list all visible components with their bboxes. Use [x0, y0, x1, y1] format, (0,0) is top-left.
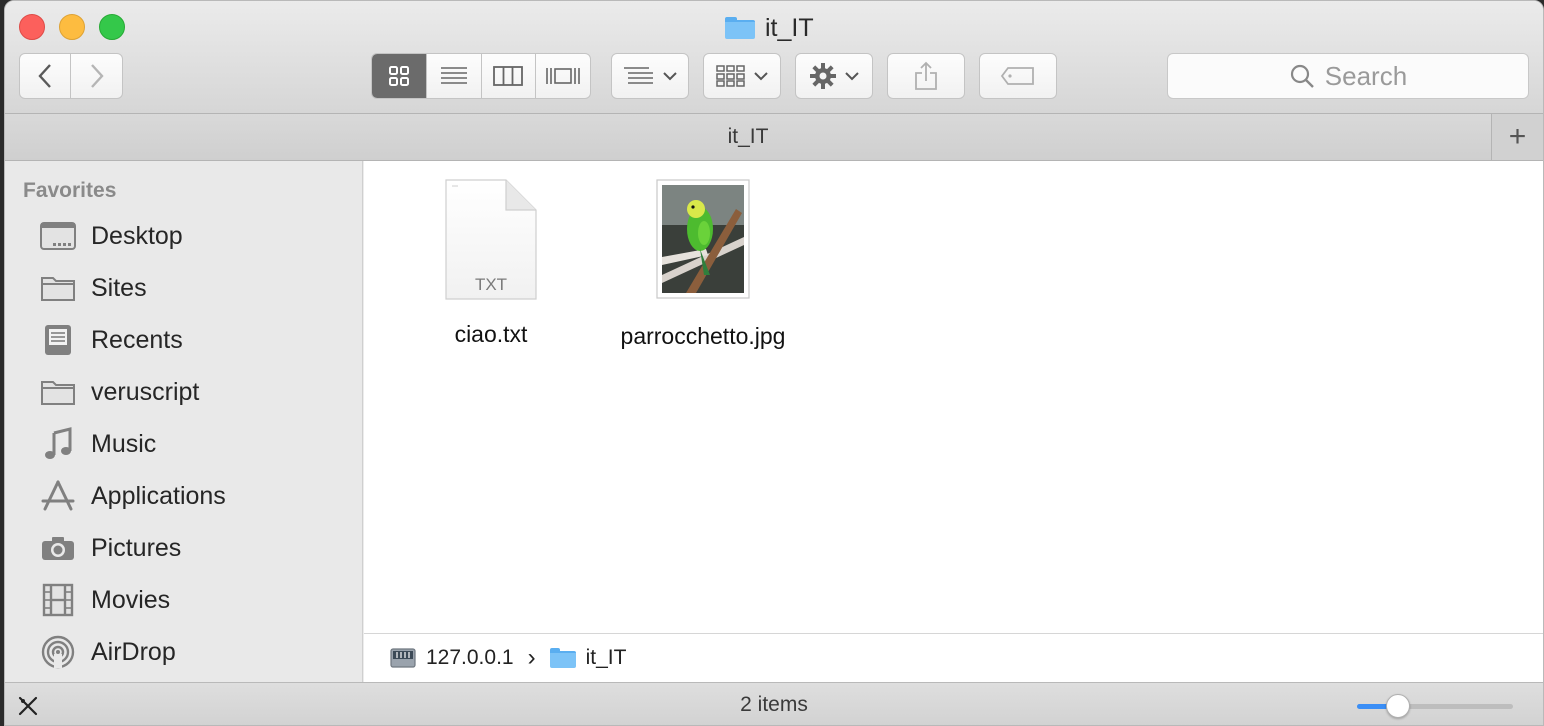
title-toolbar: it_IT Search — [5, 1, 1543, 114]
action-button[interactable] — [795, 53, 873, 99]
camera-icon — [42, 537, 74, 560]
sidebar-item-desktop[interactable]: Desktop — [39, 216, 183, 256]
search-placeholder: Search — [1324, 60, 1408, 91]
list-view-button[interactable] — [427, 54, 482, 98]
minimize-button[interactable] — [59, 14, 85, 40]
view-mode-control — [371, 53, 591, 99]
sidebar-item-label: Music — [91, 429, 157, 458]
window-title-text: it_IT — [765, 13, 814, 42]
share-button[interactable] — [887, 53, 965, 99]
zoom-button[interactable] — [99, 14, 125, 40]
tags-button[interactable] — [979, 53, 1057, 99]
desktop-icon — [40, 222, 76, 250]
sidebar-item-label: Sites — [91, 273, 147, 302]
sidebar-item-sites[interactable]: Sites — [39, 268, 147, 308]
recents-icon — [45, 325, 71, 355]
music-icon — [45, 427, 72, 459]
finder-window: it_IT Search it_IT + Favorites Desktop S… — [4, 0, 1544, 726]
folder-icon — [549, 648, 576, 668]
file-browser: TXT ciao.txt parrocchetto.jpg — [364, 161, 1543, 633]
grid-icon — [388, 66, 409, 86]
breadcrumb-folder[interactable]: it_IT — [586, 646, 627, 670]
group-button[interactable] — [703, 53, 781, 99]
file-item-ciao[interactable]: TXT ciao.txt — [440, 179, 542, 348]
airdrop-icon — [41, 635, 75, 669]
chevron-down-icon — [663, 72, 677, 81]
text-document-icon: TXT — [445, 179, 537, 300]
sidebar-item-label: Movies — [91, 585, 171, 614]
chevron-right-icon — [90, 64, 104, 88]
sidebar: Favorites Desktop Sites Recents veruscri… — [5, 161, 363, 682]
tag-icon — [1000, 67, 1034, 85]
sidebar-item-veruscript[interactable]: veruscript — [39, 372, 199, 412]
sidebar-item-pictures[interactable]: Pictures — [39, 528, 181, 568]
columns-icon — [493, 66, 524, 86]
arrange-button[interactable] — [611, 53, 689, 99]
close-button[interactable] — [19, 14, 45, 40]
sidebar-item-airdrop[interactable]: AirDrop — [39, 632, 176, 672]
applications-icon — [41, 480, 75, 511]
sidebar-item-recents[interactable]: Recents — [39, 320, 183, 360]
breadcrumb: 127.0.0.1 › it_IT — [364, 633, 1543, 682]
image-thumbnail-icon — [656, 179, 750, 299]
sidebar-item-label: Pictures — [91, 533, 182, 562]
gear-icon — [810, 63, 836, 89]
status-bar: 2 items — [5, 682, 1543, 725]
breadcrumb-separator: › — [527, 644, 536, 671]
sidebar-item-applications[interactable]: Applications — [39, 476, 226, 516]
file-name: ciao.txt — [454, 321, 528, 347]
group-grid-icon — [716, 65, 745, 87]
icon-view-button[interactable] — [372, 54, 427, 98]
back-button[interactable] — [19, 53, 71, 99]
item-count: 2 items — [740, 693, 808, 716]
folder-icon — [725, 17, 755, 39]
file-kind-label: TXT — [475, 275, 507, 294]
forward-button[interactable] — [71, 53, 123, 99]
new-tab-button[interactable]: + — [1491, 114, 1543, 160]
share-icon — [915, 61, 937, 90]
chevron-down-icon — [845, 72, 859, 81]
folder-icon — [41, 277, 75, 301]
search-field[interactable]: Search — [1167, 53, 1529, 99]
sidebar-item-movies[interactable]: Movies — [39, 580, 170, 620]
chevron-left-icon — [38, 64, 51, 88]
window-title: it_IT — [725, 13, 814, 43]
breadcrumb-server[interactable]: 127.0.0.1 — [426, 646, 514, 670]
tab-it-IT[interactable]: it_IT — [5, 114, 1491, 160]
folder-icon — [41, 381, 75, 405]
file-item-parrocchetto[interactable]: parrocchetto.jpg — [608, 179, 798, 350]
sidebar-heading: Favorites — [23, 179, 117, 202]
icon-size-slider[interactable] — [1357, 694, 1513, 718]
server-icon — [390, 648, 416, 668]
sidebar-item-label: AirDrop — [91, 637, 176, 666]
file-name: parrocchetto.jpg — [620, 323, 786, 349]
sidebar-item-music[interactable]: Music — [39, 424, 156, 464]
film-icon — [42, 583, 74, 617]
cover-flow-view-button[interactable] — [536, 54, 590, 98]
cover-flow-icon — [546, 68, 580, 84]
chevron-down-icon — [754, 72, 768, 81]
column-view-button[interactable] — [482, 54, 537, 98]
arrange-list-icon — [624, 67, 653, 84]
sidebar-item-label: Desktop — [91, 221, 183, 250]
search-icon — [1290, 64, 1314, 88]
sidebar-item-label: Recents — [91, 325, 183, 354]
sidebar-item-label: Applications — [91, 481, 226, 510]
list-icon — [440, 67, 467, 84]
slider-knob[interactable] — [1385, 694, 1410, 718]
tab-bar: it_IT + — [5, 114, 1543, 161]
sidebar-item-label: veruscript — [91, 377, 200, 406]
